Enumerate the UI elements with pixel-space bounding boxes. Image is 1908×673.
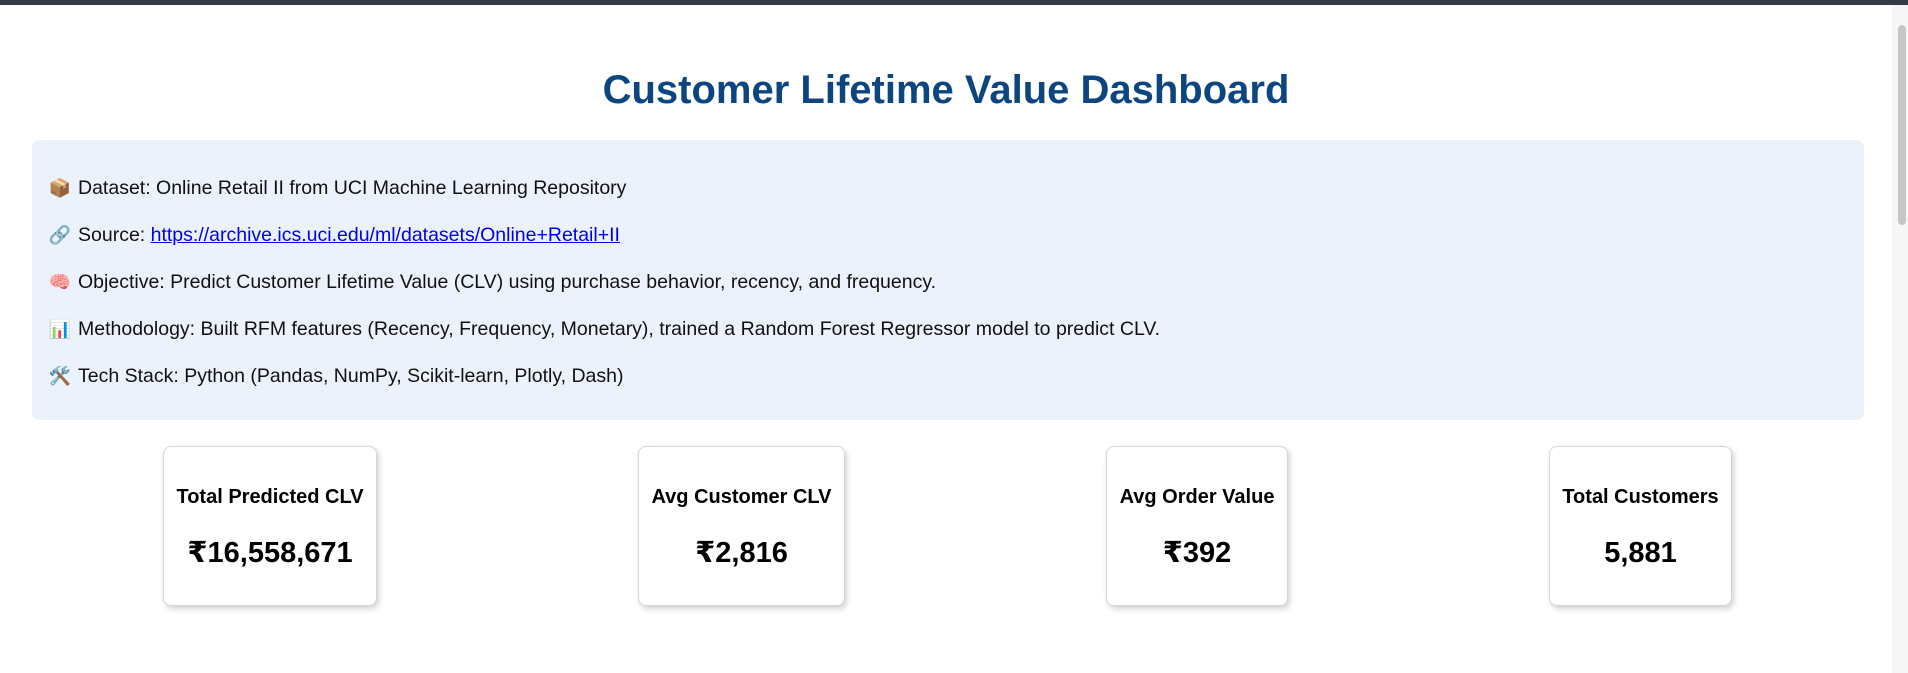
browser-top-bar [0,0,1908,5]
info-objective-text: Predict Customer Lifetime Value (CLV) us… [170,271,937,293]
source-link[interactable]: https://archive.ics.uci.edu/ml/datasets/… [151,224,620,246]
info-dataset-label: Dataset: [78,177,151,199]
tools-icon: 🛠️ [48,366,72,386]
kpi-card-total-customers: Total Customers 5,881 [1549,446,1732,606]
kpi-label: Avg Order Value [1119,486,1275,508]
info-tech-stack: 🛠️ Tech Stack: Python (Pandas, NumPy, Sci… [48,364,624,388]
info-methodology-text: Built RFM features (Recency, Frequency, … [200,318,1161,340]
link-icon: 🔗 [48,225,72,245]
kpi-value: 5,881 [1604,537,1677,569]
info-objective-label: Objective: [78,271,165,293]
info-methodology-label: Methodology: [78,318,196,340]
info-tech-stack-label: Tech Stack: [78,365,179,387]
info-source: 🔗 Source: https://archive.ics.uci.edu/ml/… [48,223,620,247]
kpi-label: Total Customers [1562,486,1719,508]
info-dataset-text: Online Retail II from UCI Machine Learni… [156,177,627,199]
info-dataset: 📦 Dataset: Online Retail II from UCI Mach… [48,176,627,200]
scrollbar-thumb[interactable] [1898,25,1906,225]
project-info-panel: 📦 Dataset: Online Retail II from UCI Mach… [32,140,1864,420]
info-objective: 🧠 Objective: Predict Customer Lifetime Va… [48,270,936,294]
kpi-value: ₹16,558,671 [187,537,353,569]
brain-icon: 🧠 [48,272,72,292]
kpi-label: Avg Customer CLV [651,486,832,508]
info-source-label: Source: [78,224,146,246]
kpi-card-avg-customer-clv: Avg Customer CLV ₹2,816 [638,446,845,606]
kpi-label: Total Predicted CLV [176,486,364,508]
info-tech-stack-text: Python (Pandas, NumPy, Scikit-learn, Plo… [184,365,624,387]
kpi-card-total-predicted-clv: Total Predicted CLV ₹16,558,671 [163,446,377,606]
kpi-value: ₹2,816 [695,537,788,569]
info-methodology: 📊 Methodology: Built RFM features (Recenc… [48,317,1160,341]
vertical-scrollbar[interactable] [1892,5,1908,673]
page-title: Customer Lifetime Value Dashboard [602,68,1290,112]
package-icon: 📦 [48,178,72,198]
bar-chart-icon: 📊 [48,319,72,339]
kpi-card-avg-order-value: Avg Order Value ₹392 [1106,446,1288,606]
kpi-value: ₹392 [1162,537,1232,569]
